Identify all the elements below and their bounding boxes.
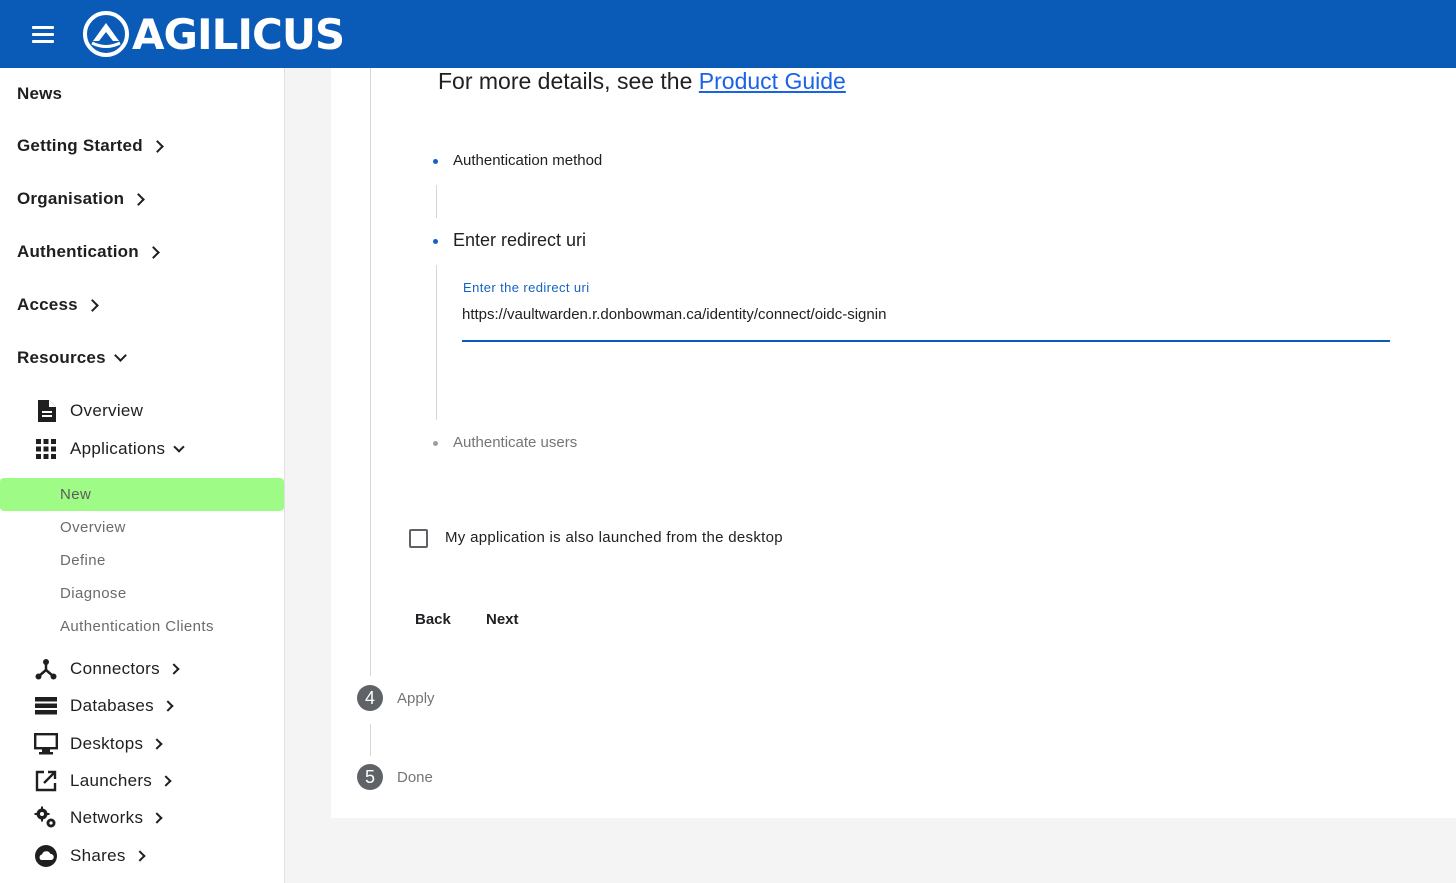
cloud-icon [34, 844, 58, 868]
step-apply-number: 4 [357, 685, 383, 711]
sidebar-item-authentication-clients[interactable]: Authentication Clients [0, 610, 284, 643]
stepper-connector-line [370, 724, 371, 756]
logo-mark-icon [83, 11, 129, 57]
sidebar-item-label: Connectors [70, 659, 160, 678]
sidebar-item-access[interactable]: Access [17, 295, 99, 315]
sidebar-item-label: Organisation [17, 189, 125, 208]
back-button[interactable]: Back [399, 601, 467, 637]
desktop-launch-label[interactable]: My application is also launched from the… [445, 529, 783, 546]
sidebar-item-applications-define[interactable]: Define [0, 544, 284, 577]
sidebar-item-news[interactable]: News [17, 84, 62, 104]
redirect-uri-label: Enter the redirect uri [463, 280, 590, 295]
sidebar-item-networks[interactable]: Networks [34, 806, 163, 830]
sidebar-item-label: Authentication [17, 242, 139, 261]
substep-bullet [433, 239, 438, 244]
sidebar-item-label: Getting Started [17, 136, 143, 155]
sidebar-item-applications-diagnose[interactable]: Diagnose [0, 577, 284, 610]
sidebar-item-label: Shares [70, 846, 126, 865]
sidebar-item-label: Applications [70, 439, 166, 458]
grid-icon [34, 437, 58, 461]
brand-name: AGILICUS [132, 9, 345, 59]
sidebar-item-label: News [17, 84, 63, 103]
top-app-bar: AGILICUS [0, 0, 1456, 68]
substep-connector-line [436, 185, 437, 218]
step-apply[interactable]: Apply [397, 690, 435, 707]
sidebar-item-label: Overview [70, 401, 144, 420]
sidebar-item-label: Databases [70, 696, 154, 715]
monitor-icon [34, 732, 58, 756]
chevron-right-icon [168, 663, 180, 675]
sidebar-item-applications[interactable]: Applications [34, 437, 185, 461]
sidebar-item-applications-overview[interactable]: Overview [0, 511, 284, 544]
database-icon [34, 694, 58, 718]
sidebar-item-databases[interactable]: Databases [34, 694, 174, 718]
chevron-right-icon [151, 738, 163, 750]
desktop-launch-checkbox[interactable] [409, 529, 428, 548]
product-guide-text: For more details, see the Product Guide [438, 68, 846, 94]
sidebar-item-resources-overview[interactable]: Overview [34, 399, 143, 423]
sidebar-item-organisation[interactable]: Organisation [17, 189, 146, 209]
chevron-right-icon [146, 245, 160, 259]
sidebar-item-label: Launchers [70, 771, 153, 790]
sidebar-item-connectors[interactable]: Connectors [34, 657, 180, 681]
gears-icon [34, 806, 58, 830]
chevron-right-icon [134, 850, 146, 862]
hamburger-menu-icon[interactable] [30, 22, 56, 46]
agilicus-logo[interactable]: AGILICUS [82, 9, 345, 59]
sidebar-item-applications-new[interactable]: New [0, 478, 284, 511]
sidebar-nav: News Getting Started Organisation Authen… [0, 68, 285, 883]
substep-enter-redirect-uri[interactable]: Enter redirect uri [453, 230, 586, 251]
sidebar-item-getting-started[interactable]: Getting Started [17, 136, 164, 156]
chevron-down-icon [113, 349, 127, 362]
sidebar-item-authentication[interactable]: Authentication [17, 242, 160, 262]
chevron-right-icon [151, 812, 163, 824]
chevron-right-icon [85, 298, 99, 312]
step-done-number: 5 [357, 764, 383, 790]
sidebar-item-launchers[interactable]: Launchers [34, 769, 172, 793]
step-done[interactable]: Done [397, 769, 433, 786]
launch-icon [34, 769, 58, 793]
chevron-right-icon [132, 192, 146, 206]
chevron-right-icon [160, 775, 172, 787]
chevron-right-icon [150, 139, 164, 153]
sidebar-item-label: Access [17, 295, 78, 314]
document-icon [34, 399, 58, 423]
sidebar-item-desktops[interactable]: Desktops [34, 732, 163, 756]
substep-bullet [433, 441, 438, 446]
sidebar-item-label: Networks [70, 808, 144, 827]
sidebar-item-label: Resources [17, 348, 106, 367]
sidebar-item-resources[interactable]: Resources [17, 348, 127, 368]
substep-authenticate-users[interactable]: Authenticate users [453, 434, 577, 451]
substep-connector-line [436, 265, 437, 420]
stepper-content: For more details, see the Product Guide … [331, 68, 1456, 818]
product-guide-link[interactable]: Product Guide [699, 68, 846, 94]
connectors-icon [34, 657, 58, 681]
substep-bullet [433, 159, 438, 164]
redirect-uri-input[interactable] [462, 300, 1390, 342]
sidebar-item-shares[interactable]: Shares [34, 844, 146, 868]
sidebar-item-label: Desktops [70, 734, 144, 753]
chevron-down-icon [173, 440, 185, 453]
next-button[interactable]: Next [470, 601, 535, 637]
substep-authentication-method[interactable]: Authentication method [453, 152, 602, 169]
stepper-connector-line [370, 68, 371, 676]
chevron-right-icon [162, 700, 174, 712]
